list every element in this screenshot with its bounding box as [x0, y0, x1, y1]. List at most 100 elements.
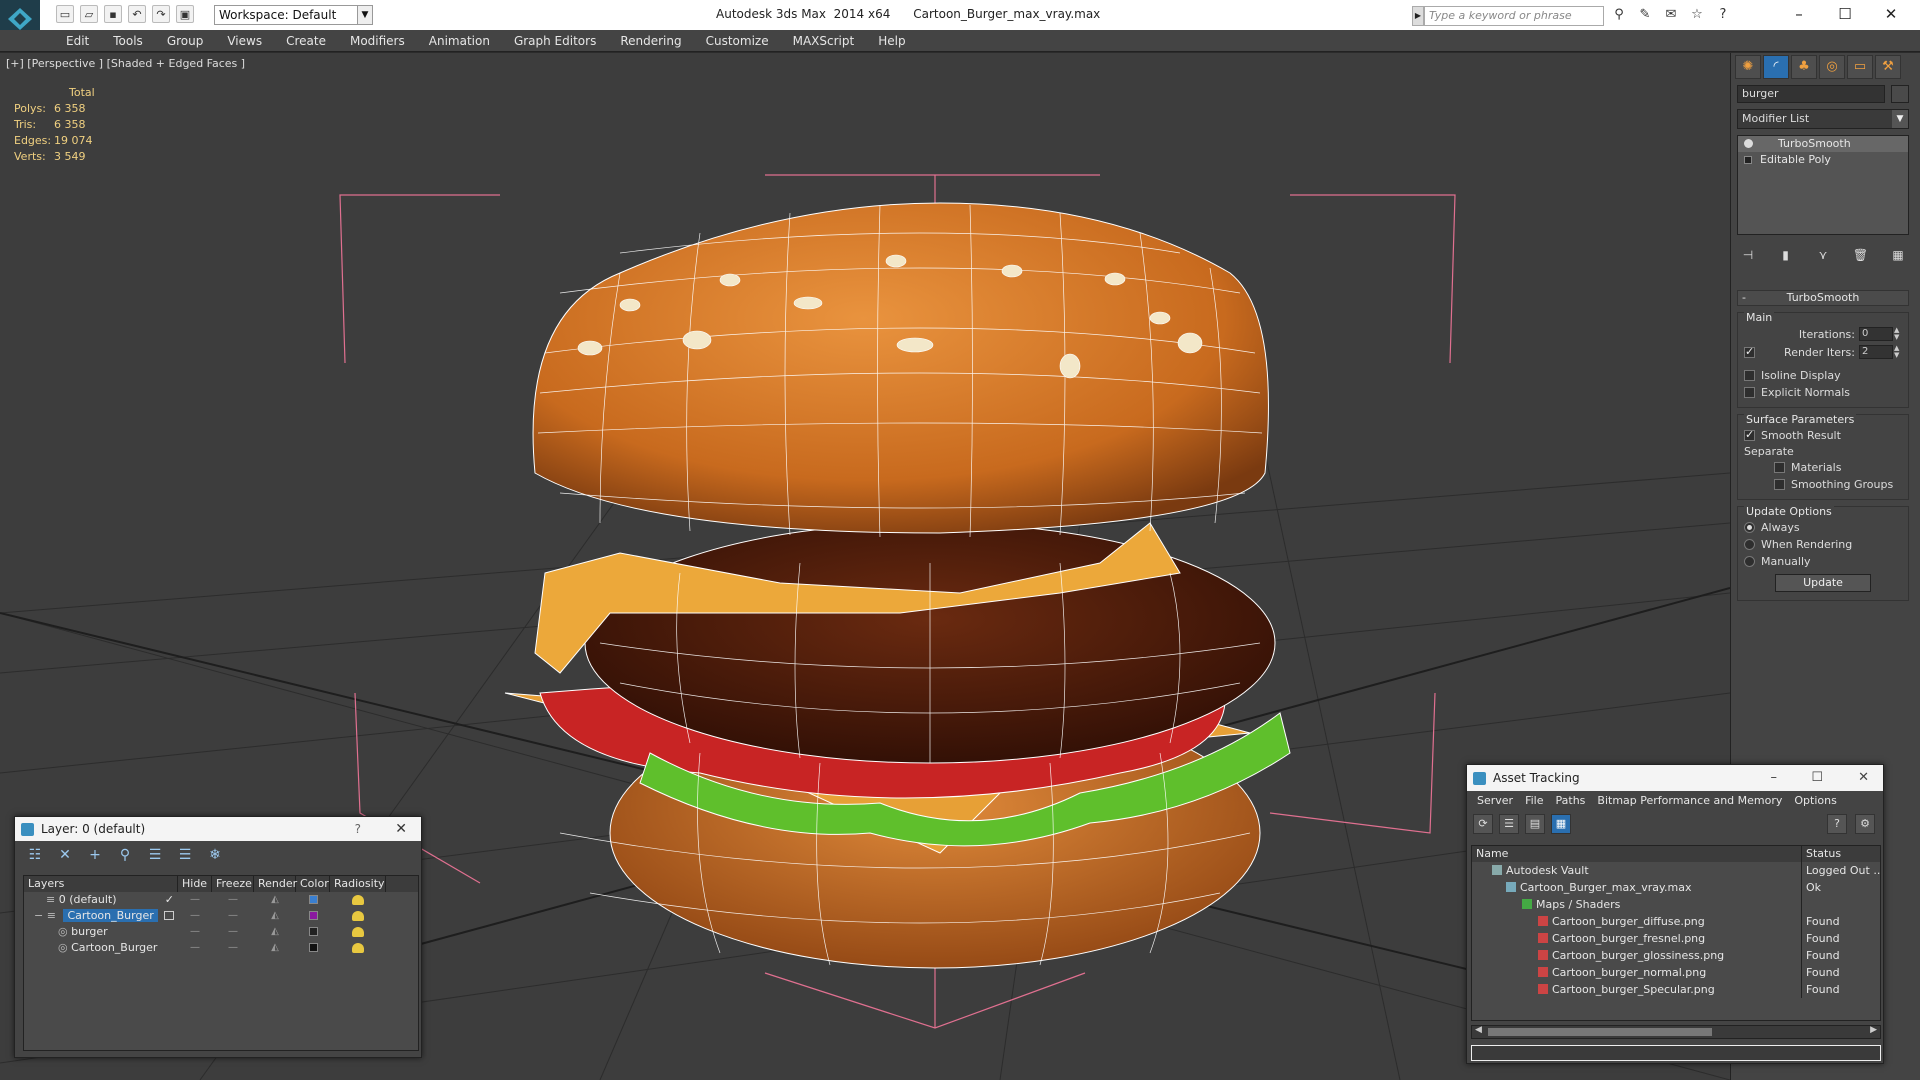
favorites-star-icon[interactable]: ☆ — [1688, 6, 1706, 24]
hide-all-icon[interactable]: ☰ — [175, 845, 195, 865]
freeze-toggle[interactable]: — — [212, 940, 254, 956]
chevron-down-icon[interactable]: ▼ — [357, 5, 373, 25]
spinner-arrows-icon[interactable]: ▲ ▼ — [1894, 327, 1902, 341]
table-row[interactable]: Maps / Shaders — [1472, 896, 1880, 913]
menu-modifiers[interactable]: Modifiers — [338, 30, 417, 52]
freeze-toggle[interactable]: — — [212, 924, 254, 940]
menu-file[interactable]: File — [1519, 791, 1549, 811]
render-teapot-icon[interactable]: ◭ — [254, 940, 296, 956]
remove-modifier-icon[interactable]: 🗑 — [1850, 245, 1872, 265]
modifier-list-dropdown[interactable]: Modifier List ▼ — [1737, 109, 1909, 129]
pin-stack-icon[interactable]: ⊣ — [1737, 245, 1759, 265]
table-row[interactable]: Cartoon_burger_glossiness.png Found — [1472, 947, 1880, 964]
table-view-icon[interactable]: ▤ — [1525, 814, 1545, 834]
expand-icon[interactable] — [1744, 156, 1752, 164]
column-freeze[interactable]: Freeze — [212, 876, 254, 892]
table-row[interactable]: Cartoon_burger_Specular.png Found — [1472, 981, 1880, 998]
layer-window-titlebar[interactable]: Layer: 0 (default) ? ✕ — [15, 817, 421, 841]
new-file-icon[interactable]: ▭ — [56, 5, 74, 23]
table-row[interactable]: Cartoon_burger_normal.png Found — [1472, 964, 1880, 981]
grid-view-icon[interactable]: ▦ — [1551, 814, 1571, 834]
lightbulb-icon[interactable] — [1744, 139, 1753, 148]
object-color-swatch[interactable] — [308, 943, 318, 952]
menu-graph-editors[interactable]: Graph Editors — [502, 30, 608, 52]
modify-tab-icon[interactable]: ◜ — [1763, 55, 1789, 79]
freeze-toggle[interactable]: — — [212, 908, 254, 924]
help-icon[interactable]: ? — [355, 817, 361, 841]
smoothing-groups-checkbox[interactable] — [1774, 479, 1785, 490]
communication-icon[interactable]: ✉ — [1662, 6, 1680, 24]
maximize-icon[interactable]: ☐ — [1811, 765, 1823, 791]
column-name[interactable]: Name — [1472, 846, 1802, 862]
utilities-tab-icon[interactable]: ⚒ — [1875, 55, 1901, 79]
freeze-all-icon[interactable]: ❄ — [205, 845, 225, 865]
collapse-icon[interactable]: - — [1742, 291, 1746, 305]
make-unique-icon[interactable]: ⋎ — [1812, 245, 1834, 265]
stack-item-turbosmooth[interactable]: TurboSmooth — [1738, 136, 1908, 152]
project-folder-icon[interactable]: ▣ — [176, 5, 194, 23]
search-input[interactable]: Type a keyword or phrase — [1424, 6, 1604, 26]
rollout-header[interactable]: - TurboSmooth — [1737, 290, 1909, 306]
create-tab-icon[interactable]: ✺ — [1735, 55, 1761, 79]
menu-group[interactable]: Group — [155, 30, 216, 52]
column-hide[interactable]: Hide — [178, 876, 212, 892]
asset-window-titlebar[interactable]: Asset Tracking – ☐ ✕ — [1467, 765, 1883, 791]
menu-create[interactable]: Create — [274, 30, 338, 52]
scroll-right-icon[interactable]: ▶ — [1870, 1025, 1877, 1035]
binoculars-icon[interactable]: ⚲ — [1610, 6, 1628, 24]
radiosity-icon[interactable] — [352, 943, 364, 953]
redo-icon[interactable]: ↷ — [152, 5, 170, 23]
workspace-dropdown[interactable]: Workspace: Default ▼ — [214, 5, 373, 25]
create-layer-icon[interactable]: ☷ — [25, 845, 45, 865]
table-row[interactable]: ◎ Cartoon_Burger — — ◭ — [24, 940, 418, 956]
menu-tools[interactable]: Tools — [101, 30, 155, 52]
object-name-input[interactable]: burger — [1737, 85, 1885, 103]
menu-edit[interactable]: Edit — [54, 30, 101, 52]
save-file-icon[interactable]: ▪ — [104, 5, 122, 23]
render-iters-checkbox[interactable] — [1744, 345, 1755, 358]
table-row[interactable]: Cartoon_Burger_max_vray.max Ok — [1472, 879, 1880, 896]
minimize-icon[interactable]: – — [1776, 0, 1822, 28]
refresh-icon[interactable]: ⟳ — [1473, 814, 1493, 834]
search-expand-icon[interactable]: ▶ — [1412, 6, 1424, 26]
scroll-left-icon[interactable]: ◀ — [1475, 1025, 1482, 1035]
help-icon[interactable]: ? — [1827, 814, 1847, 834]
freeze-toggle[interactable]: — — [212, 892, 254, 908]
chevron-down-icon[interactable]: ▼ — [1892, 110, 1908, 128]
add-selected-icon[interactable]: + — [85, 845, 105, 865]
layer-color-swatch[interactable] — [308, 895, 318, 904]
hide-toggle[interactable]: — — [178, 924, 212, 940]
select-objects-icon[interactable]: ⚲ — [115, 845, 135, 865]
viewport-label[interactable]: [+] [Perspective ] [Shaded + Edged Faces… — [6, 57, 245, 70]
update-button[interactable]: Update — [1775, 574, 1871, 592]
table-row[interactable]: ≡ 0 (default) ✓ — — ◭ — [24, 892, 418, 908]
maximize-icon[interactable]: ☐ — [1822, 0, 1868, 28]
table-row[interactable]: Cartoon_burger_diffuse.png Found — [1472, 913, 1880, 930]
menu-server[interactable]: Server — [1471, 791, 1519, 811]
close-icon[interactable]: ✕ — [395, 817, 407, 841]
column-render[interactable]: Render — [254, 876, 297, 892]
hide-toggle[interactable]: — — [178, 908, 212, 924]
menu-rendering[interactable]: Rendering — [608, 30, 693, 52]
menu-views[interactable]: Views — [215, 30, 274, 52]
materials-checkbox[interactable] — [1774, 462, 1785, 473]
column-status[interactable]: Status — [1802, 846, 1880, 862]
render-teapot-icon[interactable]: ◭ — [254, 908, 296, 924]
manually-radio[interactable] — [1744, 556, 1755, 567]
subscription-icon[interactable]: ✎ — [1636, 6, 1654, 24]
list-view-icon[interactable]: ☰ — [1499, 814, 1519, 834]
table-row[interactable]: − ≡ Cartoon_Burger — — ◭ — [24, 908, 418, 924]
radiosity-icon[interactable] — [352, 911, 364, 921]
hide-toggle[interactable]: — — [178, 940, 212, 956]
table-row[interactable]: Autodesk Vault Logged Out ... — [1472, 862, 1880, 879]
delete-layer-icon[interactable]: ✕ — [55, 845, 75, 865]
settings-icon[interactable]: ⚙ — [1855, 814, 1875, 834]
column-radiosity[interactable]: Radiosity — [330, 876, 386, 892]
menu-paths[interactable]: Paths — [1550, 791, 1592, 811]
object-color-swatch[interactable] — [308, 927, 318, 936]
spinner-arrows-icon[interactable]: ▲ ▼ — [1894, 345, 1902, 359]
open-file-icon[interactable]: ▱ — [80, 5, 98, 23]
minimize-icon[interactable]: – — [1771, 765, 1778, 791]
iterations-spinner[interactable]: 0 — [1859, 327, 1893, 341]
isoline-display-checkbox[interactable] — [1744, 370, 1755, 381]
